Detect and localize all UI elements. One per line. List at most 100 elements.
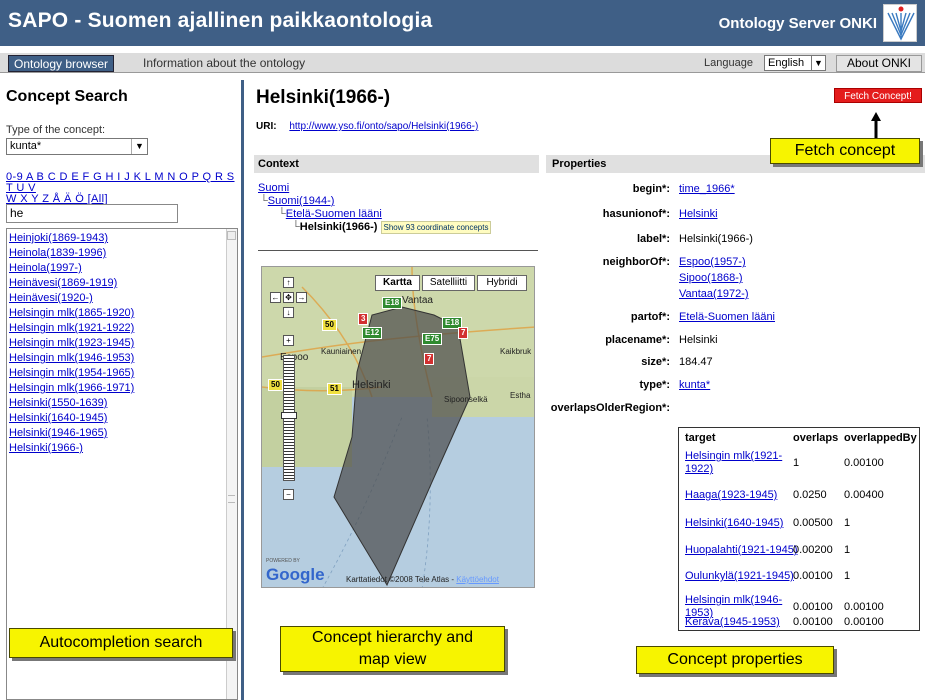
overlap-target-link[interactable]: Haaga(1923-1945) [685,489,777,502]
coordinate-concepts-button[interactable]: Show 93 coordinate concepts [380,221,492,234]
property-name: neighborOf*: [602,256,670,268]
list-item[interactable]: Helsingin mlk(1923-1945) [9,336,134,351]
overlapped-by-value: 0.00100 [844,616,884,628]
map-type-hybrid-button[interactable]: Hybridi [477,275,527,291]
language-label: Language [704,57,753,69]
pan-left-icon[interactable]: ← [270,292,281,303]
road-badge: 7 [458,327,469,339]
overlap-value: 0.00100 [793,601,833,613]
map-label-kaikbruk: Kaikbruk [500,347,532,356]
property-value-link[interactable]: Vantaa(1972-) [679,288,749,304]
zoom-out-icon[interactable]: − [283,489,294,500]
list-item[interactable]: Helsingin mlk(1865-1920) [9,306,134,321]
property-value: Helsinki [679,334,718,346]
scroll-grip[interactable] [228,495,235,503]
tab-ontology-info[interactable]: Information about the ontology [138,55,310,72]
tree-item-country[interactable]: └Suomi(1944-) [258,195,491,208]
list-item[interactable]: Heinola(1997-) [9,261,134,276]
language-select[interactable]: English ▼ [764,55,826,71]
map-view[interactable]: Vantaa Espoo Helsinki Kauniainen Sipoons… [261,266,535,588]
overlap-value: 0.00100 [793,616,833,628]
list-item[interactable]: Heinävesi(1920-) [9,291,134,306]
uri-row: URI: http://www.yso.fi/onto/sapo/Helsink… [256,121,478,132]
list-item[interactable]: Heinävesi(1869-1919) [9,276,134,291]
google-logo[interactable]: Google [266,565,325,585]
about-onki-button[interactable]: About ONKI [836,55,922,72]
list-item[interactable]: Helsinki(1946-1965) [9,426,134,441]
overlap-target-link[interactable]: Helsinki(1640-1945) [685,517,783,530]
road-badge: E75 [422,333,443,345]
overlap-target-link[interactable]: Helsingin mlk(1921-1922) [685,450,785,476]
road-badge: E18 [382,297,403,309]
overlaps-table: target overlaps overlappedBy Helsingin m… [678,427,920,631]
overlap-target-link[interactable]: Kerava(1945-1953) [685,616,780,629]
road-badge: 7 [424,353,435,365]
list-item[interactable]: Heinjoki(1869-1943) [9,231,134,246]
tree-connector: └ [292,221,300,233]
property-value-link[interactable]: Sipoo(1868-) [679,272,749,288]
property-value-link[interactable]: Helsinki [679,208,718,224]
property-value: 184.47 [679,356,713,368]
chevron-down-icon: ▼ [811,56,825,70]
list-item[interactable]: Helsingin mlk(1946-1953) [9,351,134,366]
overlap-target-link[interactable]: Oulunkylä(1921-1945) [685,570,794,583]
tree-item-label[interactable]: Etelä-Suomen lääni [286,208,382,220]
map-type-kartta-button[interactable]: Kartta [375,275,420,291]
overlapped-by-value: 1 [844,544,851,556]
fetch-concept-button[interactable]: Fetch Concept! [834,88,922,103]
property-name: begin*: [632,183,670,195]
map-terms-link[interactable]: Käyttöehdot [456,575,499,584]
list-item[interactable]: Helsinki(1966-) [9,441,134,456]
zoom-slider-knob[interactable] [281,412,297,419]
pan-center-icon[interactable]: ✥ [283,292,294,303]
map-type-satellite-button[interactable]: Satelliitti [422,275,475,291]
list-item[interactable]: Helsinki(1550-1639) [9,396,134,411]
callout-hierarchy: Concept hierarchy and map view [280,626,505,672]
pan-right-icon[interactable]: → [296,292,307,303]
road-badge: 51 [327,383,342,395]
callout-properties: Concept properties [636,646,834,674]
map-copyright-text: Karttatiedot ©2008 Tele Atlas - [346,575,457,584]
callout-hierarchy-line2: map view [358,651,427,668]
list-item[interactable]: Helsingin mlk(1921-1922) [9,321,134,336]
list-item[interactable]: Helsingin mlk(1954-1965) [9,366,134,381]
tree-item-province[interactable]: └Etelä-Suomen lääni [258,208,491,221]
map-label-helsinki: Helsinki [352,379,391,391]
property-name: size*: [641,356,670,368]
concept-search-title: Concept Search [6,88,128,105]
alphabet-index[interactable]: 0-9 A B C D E F G H I J K L M N O P Q R … [6,172,238,205]
alphabet-line-1[interactable]: 0-9 A B C D E F G H I J K L M N O P Q R … [6,172,238,194]
overlap-value: 0.0250 [793,489,827,501]
concept-type-select[interactable]: kunta* ▼ [6,138,148,155]
tree-item-label[interactable]: Suomi [258,182,289,194]
list-item[interactable]: Helsinki(1640-1945) [9,411,134,426]
tab-ontology-browser[interactable]: Ontology browser [8,55,115,72]
property-value-link[interactable]: Espoo(1957-) [679,256,749,272]
onki-logo-icon[interactable] [883,4,917,42]
column-header: overlaps [793,432,839,444]
overlap-value: 0.00200 [793,544,833,556]
overlap-target-link[interactable]: Huopalahti(1921-1945) [685,544,798,557]
zoom-in-icon[interactable]: + [283,335,294,346]
tree-item-root[interactable]: Suomi [258,182,491,195]
map-label-kauniainen: Kauniainen [321,347,362,356]
road-badge: E12 [362,327,383,339]
search-input[interactable]: he [6,204,178,223]
property-value-link[interactable]: Etelä-Suomen lääni [679,311,775,327]
list-item[interactable]: Heinola(1839-1996) [9,246,134,261]
property-value-link[interactable]: kunta* [679,379,710,395]
map-copyright: Karttatiedot ©2008 Tele Atlas - Käyttöeh… [346,575,499,584]
pan-up-icon[interactable]: ↑ [283,277,294,288]
type-label: Type of the concept: [6,124,106,136]
uri-link[interactable]: http://www.yso.fi/onto/sapo/Helsinki(196… [289,121,478,132]
scroll-up-button[interactable] [227,231,236,240]
list-item[interactable]: Helsingin mlk(1966-1971) [9,381,134,396]
top-header: SAPO - Suomen ajallinen paikkaontologia … [0,0,925,46]
property-value: Helsinki(1966-) [679,233,753,245]
column-header: target [685,432,716,444]
property-value-link[interactable]: time_1966* [679,183,735,199]
overlap-value: 0.00100 [793,570,833,582]
pan-down-icon[interactable]: ↓ [283,307,294,318]
tree-item-label[interactable]: Suomi(1944-) [268,195,335,207]
road-badge: 3 [358,313,369,325]
